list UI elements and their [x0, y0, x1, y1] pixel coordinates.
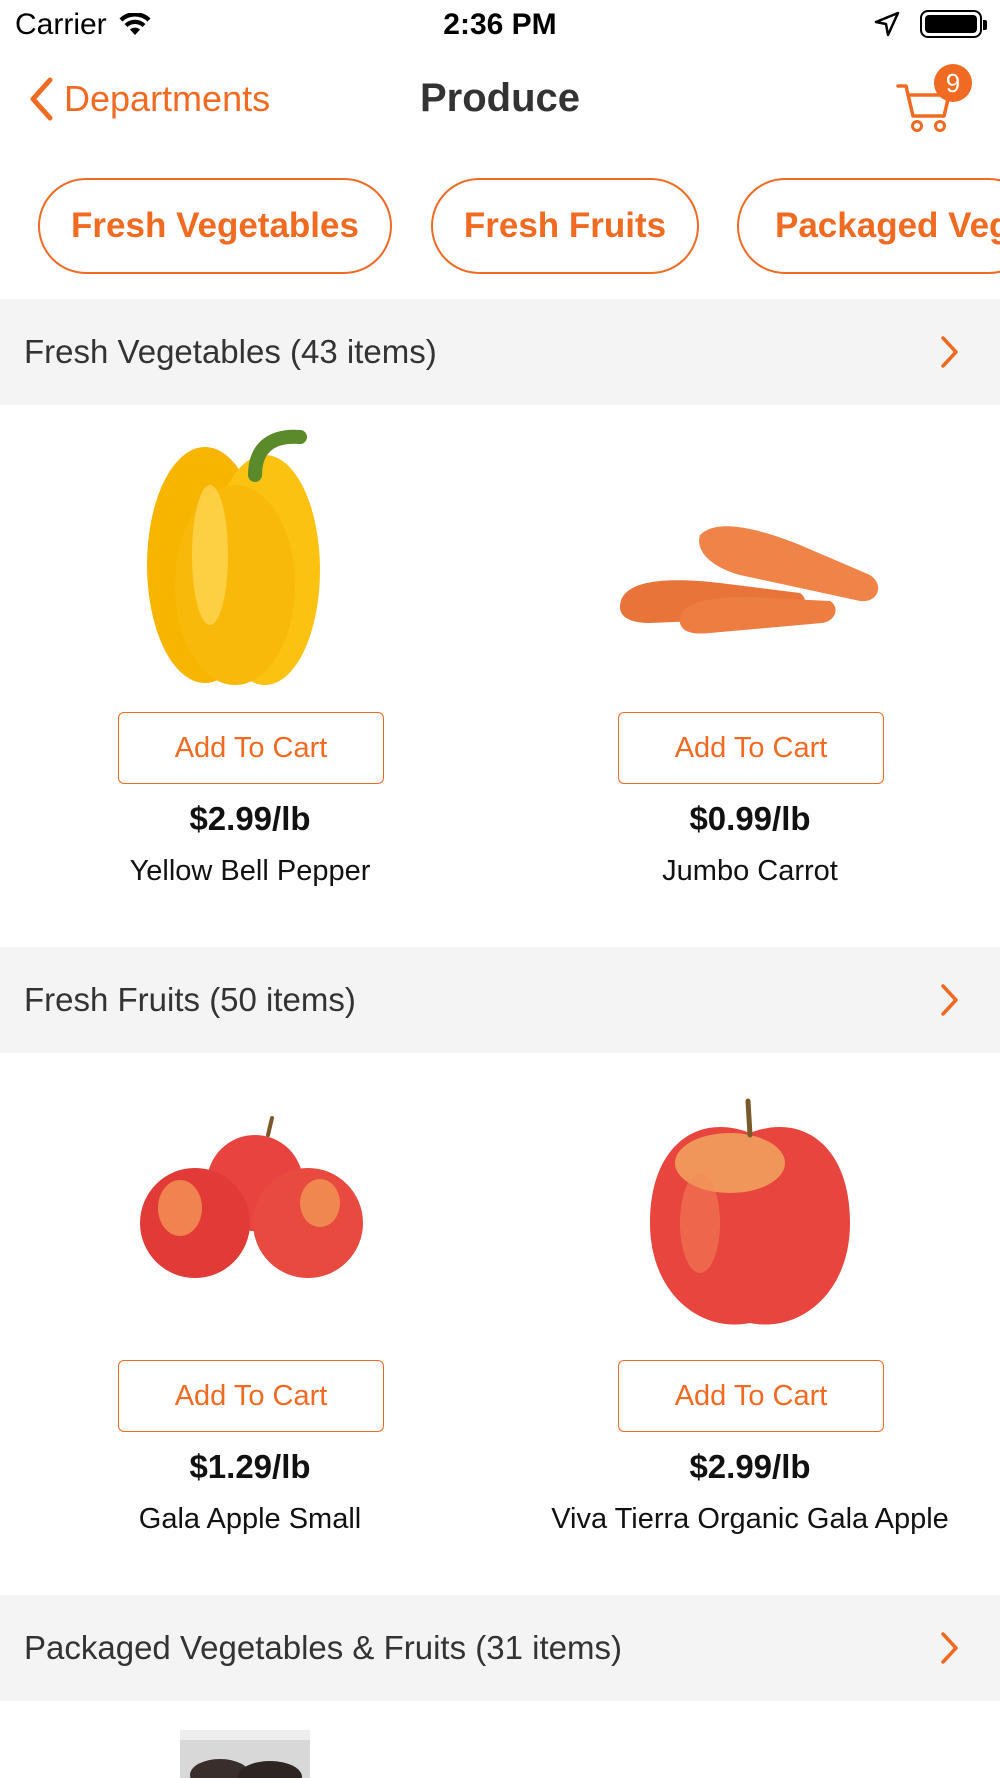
navigation-bar: Departments Produce 9: [0, 60, 1000, 148]
section-title: Fresh Vegetables (43 items): [24, 333, 437, 370]
chip-fresh-vegetables[interactable]: Fresh Vegetables: [38, 178, 392, 274]
chevron-right-icon: [941, 1632, 958, 1664]
packaged-product-image: [180, 1730, 310, 1778]
jumbo-carrot-image: [620, 526, 879, 634]
yellow-bell-pepper-image: [147, 429, 320, 685]
section-header-fresh-vegetables[interactable]: Fresh Vegetables (43 items): [0, 299, 1000, 405]
section-header-packaged-vegetables-fruits[interactable]: Packaged Vegetables & Fruits (31 items): [0, 1595, 1000, 1701]
battery-icon: [920, 10, 987, 38]
page-title: Produce: [419, 76, 581, 120]
product-name: Yellow Bell Pepper: [129, 855, 371, 887]
chip-packaged-vegetables[interactable]: Packaged Veg: [737, 178, 1000, 274]
product-price: $1.29/lb: [189, 1448, 311, 1485]
product-price: $2.99/lb: [689, 1448, 811, 1485]
chip-fresh-fruits[interactable]: Fresh Fruits: [431, 178, 699, 274]
section-title: Fresh Fruits (50 items): [24, 981, 356, 1018]
chevron-right-icon: [941, 336, 958, 368]
add-to-cart-button[interactable]: Add To Cart: [618, 1360, 884, 1432]
cart-button[interactable]: 9: [896, 64, 976, 134]
section-header-fresh-fruits[interactable]: Fresh Fruits (50 items): [0, 947, 1000, 1053]
product-name: Viva Tierra Organic Gala Apple: [551, 1503, 949, 1535]
status-time: 2:36 PM: [443, 8, 557, 41]
product-name: Jumbo Carrot: [662, 855, 838, 887]
status-bar: Carrier 2:36 PM: [0, 0, 1000, 50]
category-chips: Fresh Vegetables Fresh Fruits Packaged V…: [0, 178, 1000, 276]
gala-apple-small-image: [140, 1116, 363, 1278]
add-to-cart-button[interactable]: Add To Cart: [118, 1360, 384, 1432]
add-to-cart-button[interactable]: Add To Cart: [618, 712, 884, 784]
product-price: $2.99/lb: [189, 800, 311, 837]
cart-count-badge: 9: [934, 64, 972, 102]
section-title: Packaged Vegetables & Fruits (31 items): [24, 1629, 622, 1666]
product-price: $0.99/lb: [689, 800, 811, 837]
product-name: Gala Apple Small: [138, 1503, 362, 1535]
location-arrow-icon: [874, 11, 900, 37]
add-to-cart-button[interactable]: Add To Cart: [118, 712, 384, 784]
chevron-right-icon: [941, 984, 958, 1016]
organic-gala-apple-image: [650, 1098, 850, 1325]
